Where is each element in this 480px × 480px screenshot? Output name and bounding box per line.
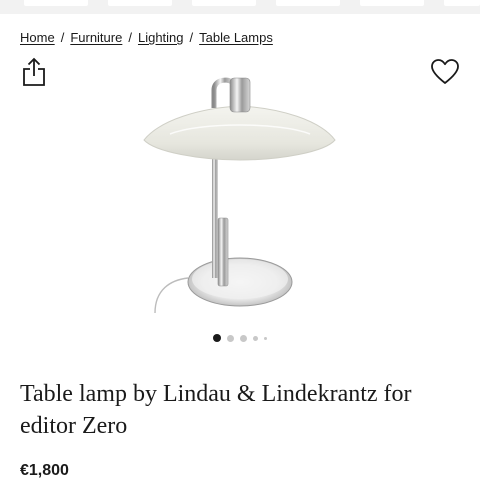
top-tab [108,0,172,6]
top-tab [360,0,424,6]
gallery-dot-5[interactable] [264,336,267,340]
top-tab [276,0,340,6]
product-image-gallery[interactable] [0,60,480,325]
breadcrumb-separator: / [60,30,65,45]
breadcrumb-separator: / [128,30,132,45]
top-tab [192,0,256,6]
breadcrumb-table-lamps[interactable]: Table Lamps [199,30,273,45]
breadcrumb-lighting[interactable]: Lighting [138,30,184,45]
product-price: €1,800 [20,462,69,479]
gallery-dot-4[interactable] [253,335,258,341]
top-tab [24,0,88,6]
breadcrumb-separator: / [189,30,194,45]
gallery-dot-1[interactable] [213,334,221,342]
breadcrumb-home[interactable]: Home [20,30,55,45]
gallery-dot-3[interactable] [240,334,247,342]
breadcrumb: Home / Furniture / Lighting / Table Lamps [20,30,273,45]
top-tab-strip [0,0,480,14]
gallery-pagination [0,333,480,343]
product-image[interactable] [130,68,350,318]
gallery-dot-2[interactable] [227,334,234,342]
breadcrumb-furniture[interactable]: Furniture [70,30,122,45]
top-tab [444,0,480,6]
product-title: Table lamp by Lindau & Lindekrantz for e… [20,381,412,439]
heart-icon[interactable] [430,58,460,86]
share-icon[interactable] [22,57,46,87]
